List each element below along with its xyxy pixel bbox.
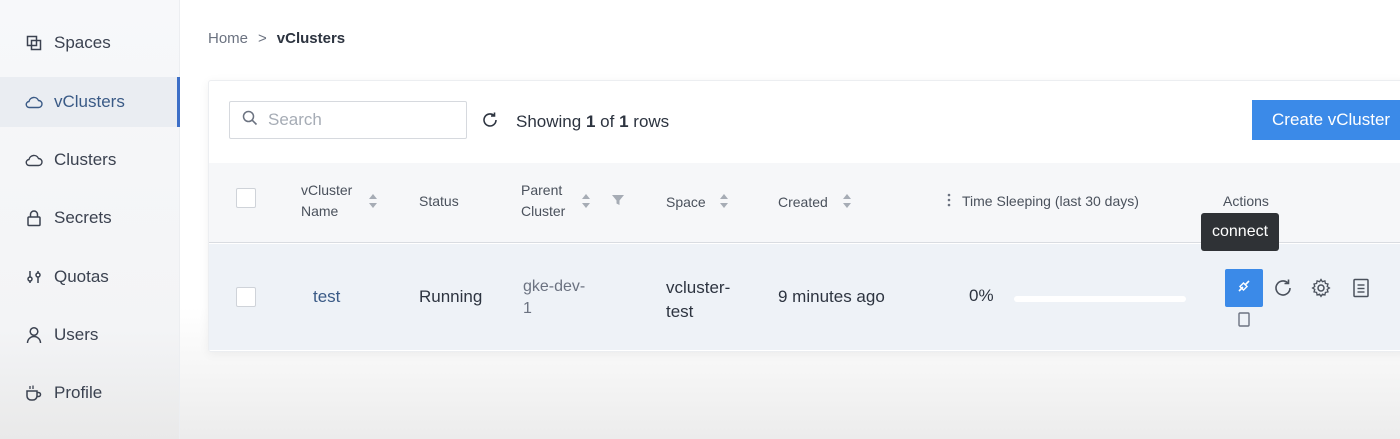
sidebar-item-profile[interactable]: Profile <box>0 368 180 418</box>
header-vcluster-name[interactable]: vCluster Name <box>301 180 352 222</box>
space-line1: vcluster- <box>666 278 731 297</box>
lock-icon <box>24 208 44 228</box>
showing-suffix: rows <box>633 112 670 131</box>
created-cell: 9 minutes ago <box>778 287 885 306</box>
header-parent-cluster[interactable]: Parent Cluster <box>521 180 565 222</box>
sidebar-item-users[interactable]: Users <box>0 310 180 360</box>
header-name-line2: Name <box>301 203 339 219</box>
search-input[interactable] <box>268 110 458 130</box>
sidebar-item-quotas[interactable]: Quotas <box>0 252 180 302</box>
breadcrumb-home[interactable]: Home <box>208 30 248 47</box>
sidebar-item-vclusters[interactable]: vClusters <box>0 77 180 127</box>
refresh-icon[interactable] <box>481 111 501 131</box>
breadcrumb-separator: > <box>258 30 267 47</box>
sidebar-item-clusters[interactable]: Clusters <box>0 135 180 185</box>
spaces-icon <box>24 33 44 53</box>
status-cell: Running <box>419 287 483 306</box>
search-icon <box>242 110 258 131</box>
showing-total: 1 <box>619 112 629 131</box>
select-all-checkbox[interactable] <box>236 188 256 208</box>
restart-icon[interactable] <box>1272 277 1294 299</box>
sort-icon[interactable] <box>581 193 591 209</box>
sort-icon[interactable] <box>368 193 378 209</box>
column-menu-icon[interactable] <box>946 192 952 208</box>
sidebar-item-spaces[interactable]: Spaces <box>0 18 180 68</box>
create-vcluster-button[interactable]: Create vCluster <box>1252 100 1400 140</box>
vcluster-name-link[interactable]: test <box>313 287 340 307</box>
sleeping-percent: 0% <box>969 286 994 305</box>
sidebar-item-label: Quotas <box>54 267 109 286</box>
cloud-icon <box>24 92 44 112</box>
filter-icon[interactable] <box>611 193 625 209</box>
header-parent-line1: Parent <box>521 182 563 198</box>
header-actions: Actions <box>1223 193 1269 209</box>
space-cell: vcluster- test <box>666 276 730 324</box>
sort-icon[interactable] <box>842 193 852 209</box>
parent-cluster-cell: gke-dev- 1 <box>523 276 585 320</box>
cloud-outline-icon <box>24 150 44 170</box>
sidebar-item-label: Users <box>54 325 99 344</box>
breadcrumb: Home > vClusters <box>208 30 345 47</box>
sidebar-item-label: vClusters <box>54 92 125 111</box>
parent-cluster-line2: 1 <box>523 300 532 317</box>
settings-gear-icon[interactable] <box>1310 277 1332 299</box>
breadcrumb-current: vClusters <box>276 30 346 47</box>
sleeping-progress-bar <box>1014 296 1186 302</box>
parent-cluster-line1: gke-dev- <box>523 278 586 295</box>
connect-icon <box>1235 277 1253 300</box>
sidebar-item-label: Secrets <box>54 208 112 227</box>
connect-tooltip: connect <box>1201 213 1280 251</box>
sidebar-item-label: Spaces <box>54 33 111 52</box>
row-checkbox[interactable] <box>236 287 256 307</box>
showing-of: of <box>600 112 615 131</box>
sidebar-item-label: Profile <box>54 383 103 402</box>
table-row: test Running gke-dev- 1 vcluster- test 9… <box>209 244 1400 350</box>
space-line2: test <box>666 302 694 321</box>
sliders-icon <box>24 267 44 287</box>
header-parent-line2: Cluster <box>521 203 566 219</box>
header-time-sleeping: Time Sleeping (last 30 days) <box>962 193 1139 209</box>
showing-count: 1 <box>585 112 596 131</box>
header-created[interactable]: Created <box>778 192 828 213</box>
logs-document-icon[interactable] <box>1350 277 1372 299</box>
connect-button[interactable] <box>1225 269 1263 307</box>
sidebar-item-label: Clusters <box>54 150 117 169</box>
header-space[interactable]: Space <box>666 192 706 213</box>
user-icon <box>24 325 44 345</box>
sidebar-item-secrets[interactable]: Secrets <box>0 193 180 243</box>
delete-icon[interactable] <box>1235 310 1257 332</box>
header-name-line1: vCluster <box>301 182 353 198</box>
sort-icon[interactable] <box>719 193 729 209</box>
header-status: Status <box>419 193 459 209</box>
search-box[interactable] <box>229 101 467 139</box>
row-count-text: Showing 1 of 1 rows <box>516 112 669 132</box>
sidebar: Spaces vClusters Clusters Secrets Quotas… <box>0 0 180 439</box>
coffee-icon <box>24 383 44 403</box>
showing-prefix: Showing <box>516 112 582 131</box>
